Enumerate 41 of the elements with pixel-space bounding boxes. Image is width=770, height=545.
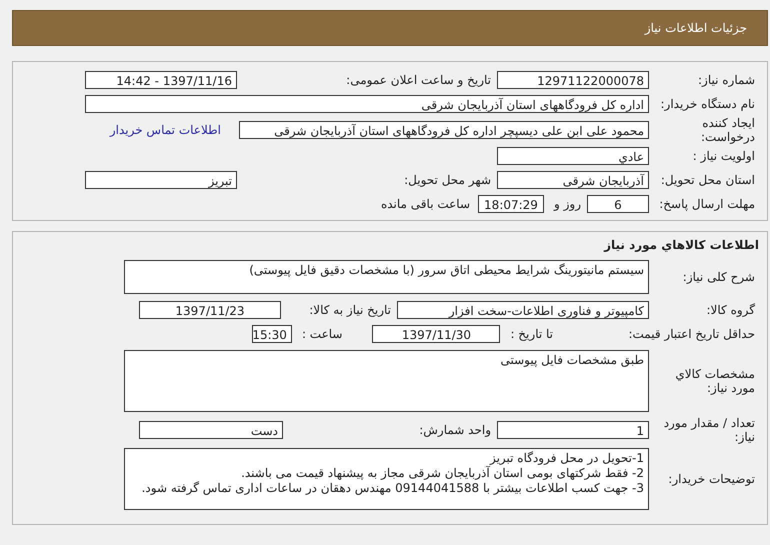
priority-field: عادي — [497, 147, 649, 165]
province-field: آذربايجان شرقی — [497, 171, 649, 189]
page-title: جزئيات اطلاعات نياز — [644, 21, 747, 35]
buyer-notes-field: 1-تحویل در محل فرودگاه تبریز 2- فقط شرکتهای بومی استان آذربایجان شرقی مجاز به پیشنهاد قیمت می باشند. 3- جهت کسب اطلاعات بیشتر با 09144041588 مهندس دهقان در ساعات اداری تماس گرفته شود. — [124, 448, 649, 510]
field-label: مهلت ارسال پاسخ: — [658, 197, 756, 211]
time-label: ساعت : — [302, 327, 342, 341]
need-date-field: 1397/11/23 — [139, 301, 281, 319]
days-label: روز و — [554, 197, 581, 211]
specs-field: طبق مشخصات فایل پیوستی — [124, 350, 649, 412]
buyer-contact-link[interactable]: اطلاعات تماس خريدار — [110, 123, 221, 137]
field-label: توضيحات خريدار: — [667, 472, 756, 486]
requester-field: محمود علی ابن علی دیسپچر اداره کل فرودگاههای استان آذربایجان شرقی — [239, 121, 649, 139]
field-label: استان محل تحویل: — [660, 173, 756, 187]
section-title: اطلاعات كالاهاي مورد نياز — [602, 238, 760, 254]
to-date-label: تا تاريخ : — [510, 327, 553, 341]
field-label: تاريخ و ساعت اعلان عمومی: — [345, 73, 492, 87]
field-label: گروه کالا: — [706, 303, 756, 317]
announce-date-field: 1397/11/16 - 14:42 — [85, 71, 237, 89]
validity-time-field: 15:30 — [252, 325, 292, 343]
field-label: شهر محل تحویل: — [403, 173, 492, 187]
remaining-label: ساعت باقی مانده — [380, 197, 470, 211]
summary-field: سیستم مانیتورینگ شرایط محیطی اتاق سرور (با مشخصات دقیق فایل پیوستی) — [124, 260, 649, 294]
quantity-field: 1 — [497, 421, 649, 439]
field-label: ايجاد کننده درخواست: — [700, 116, 756, 144]
field-label: شماره نياز: — [697, 73, 756, 87]
field-label: حداقل تاريخ اعتبار قيمت: — [627, 327, 756, 341]
field-label: نام دستگاه خريدار: — [660, 97, 756, 111]
field-label: اولويت نياز : — [692, 149, 756, 163]
field-label: واحد شمارش: — [418, 423, 492, 437]
city-field: تبريز — [85, 171, 237, 189]
need-number-field: 12971122000078 — [497, 71, 649, 89]
buyer-org-field: اداره کل فرودگاههای استان آذربايجان شرقی — [85, 95, 649, 113]
unit-field: دست — [139, 421, 283, 439]
field-label: شرح کلی نياز: — [682, 270, 756, 284]
field-label: تعداد / مقدار مورد نياز: — [662, 416, 756, 444]
field-label: مشخصات کالاي مورد نياز: — [674, 367, 756, 395]
field-label: تاريخ نياز به کالا: — [308, 303, 392, 317]
days-field: 6 — [587, 195, 649, 213]
validity-date-field: 1397/11/30 — [372, 325, 500, 343]
time-field: 18:07:29 — [478, 195, 544, 213]
goods-group-field: کامپیوتر و فناوری اطلاعات-سخت افزار — [397, 301, 649, 319]
